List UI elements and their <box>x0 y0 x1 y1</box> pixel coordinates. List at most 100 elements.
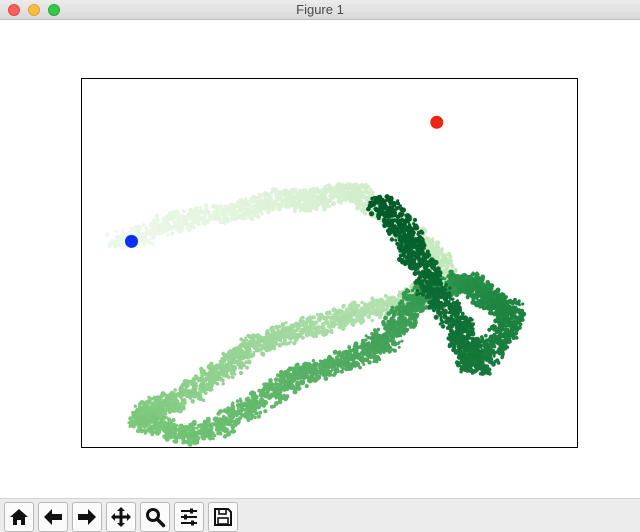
walk-point <box>210 205 215 209</box>
walk-point <box>363 189 368 194</box>
walk-point <box>271 383 276 387</box>
walk-point <box>408 301 411 304</box>
walk-point <box>262 339 268 344</box>
walk-point <box>341 367 345 371</box>
walk-point <box>203 203 209 208</box>
walk-point <box>230 425 235 430</box>
walk-point <box>217 426 223 432</box>
walk-point <box>218 364 224 369</box>
walk-point <box>240 413 245 417</box>
walk-point <box>144 418 150 424</box>
walk-point <box>295 362 300 367</box>
walk-point <box>286 376 291 380</box>
walk-point <box>410 298 415 303</box>
walk-point <box>259 391 264 396</box>
walk-point <box>444 264 448 269</box>
walk-point <box>276 329 280 333</box>
walk-point <box>434 243 438 247</box>
walk-point <box>277 202 283 207</box>
figure-canvas[interactable] <box>0 20 640 498</box>
walk-point <box>154 226 158 231</box>
walk-point <box>362 186 366 190</box>
walk-point <box>357 206 361 210</box>
walk-point <box>237 345 241 349</box>
walk-point <box>333 369 337 372</box>
walk-point <box>130 424 134 428</box>
walk-point <box>301 379 306 384</box>
walk-point <box>413 314 419 319</box>
walk-point <box>181 435 186 440</box>
walk-point <box>104 232 110 237</box>
walk-point <box>309 374 313 379</box>
walk-point <box>521 302 525 306</box>
walk-point <box>130 226 134 231</box>
walk-point <box>348 312 354 318</box>
walk-point <box>173 424 177 428</box>
walk-point <box>330 330 334 335</box>
walk-point <box>333 312 337 316</box>
walk-point <box>236 363 240 367</box>
walk-point <box>256 338 261 342</box>
walk-point <box>406 289 410 294</box>
walk-point <box>368 352 374 358</box>
walk-point <box>279 334 285 339</box>
walk-point <box>238 370 244 376</box>
walk-point <box>392 340 397 344</box>
walk-point <box>215 212 219 216</box>
walk-point <box>226 208 231 213</box>
walk-point <box>233 372 237 376</box>
walk-point <box>218 409 223 414</box>
title-bar[interactable]: Figure 1 <box>0 0 640 20</box>
walk-point <box>149 419 154 424</box>
walk-point <box>308 332 312 336</box>
walk-point <box>362 194 367 198</box>
walk-point <box>181 208 185 212</box>
walk-point <box>226 367 231 373</box>
walk-point <box>388 324 394 329</box>
walk-point <box>136 228 141 233</box>
walk-point <box>222 359 227 363</box>
walk-point <box>389 317 393 320</box>
walk-point <box>244 197 248 201</box>
walk-point <box>345 350 350 355</box>
walk-point <box>482 306 486 310</box>
walk-point <box>195 376 201 382</box>
walk-point <box>169 403 173 407</box>
walk-point <box>339 369 344 374</box>
walk-point <box>233 412 237 417</box>
walk-point <box>403 294 407 298</box>
walk-point <box>250 196 254 201</box>
walk-point <box>404 328 409 332</box>
walk-point <box>263 409 268 414</box>
walk-point <box>175 424 179 427</box>
walk-point <box>230 213 234 218</box>
walk-point <box>354 353 358 358</box>
walk-point <box>312 370 317 374</box>
walk-point <box>365 303 369 306</box>
walk-point <box>169 397 173 401</box>
walk-point <box>287 366 293 372</box>
walk-point <box>250 403 255 407</box>
walk-point <box>301 364 307 369</box>
walk-point <box>198 211 202 216</box>
walk-point <box>378 315 382 320</box>
walk-point <box>201 221 205 225</box>
walk-point <box>286 382 291 387</box>
walk-point <box>142 223 146 227</box>
walk-point <box>245 338 249 342</box>
walk-point <box>302 191 306 195</box>
walk-point <box>218 371 222 376</box>
walk-point <box>373 328 377 332</box>
walk-point <box>225 356 230 360</box>
walk-point <box>394 305 400 311</box>
walk-point <box>481 278 485 283</box>
walk-point <box>168 408 172 412</box>
walk-point <box>449 277 454 282</box>
walk-point <box>235 399 240 403</box>
walk-point <box>361 353 365 357</box>
walk-point <box>329 373 333 377</box>
walk-point <box>324 310 330 316</box>
walk-point <box>331 201 336 207</box>
walk-point <box>258 197 262 200</box>
walk-point <box>308 371 311 375</box>
